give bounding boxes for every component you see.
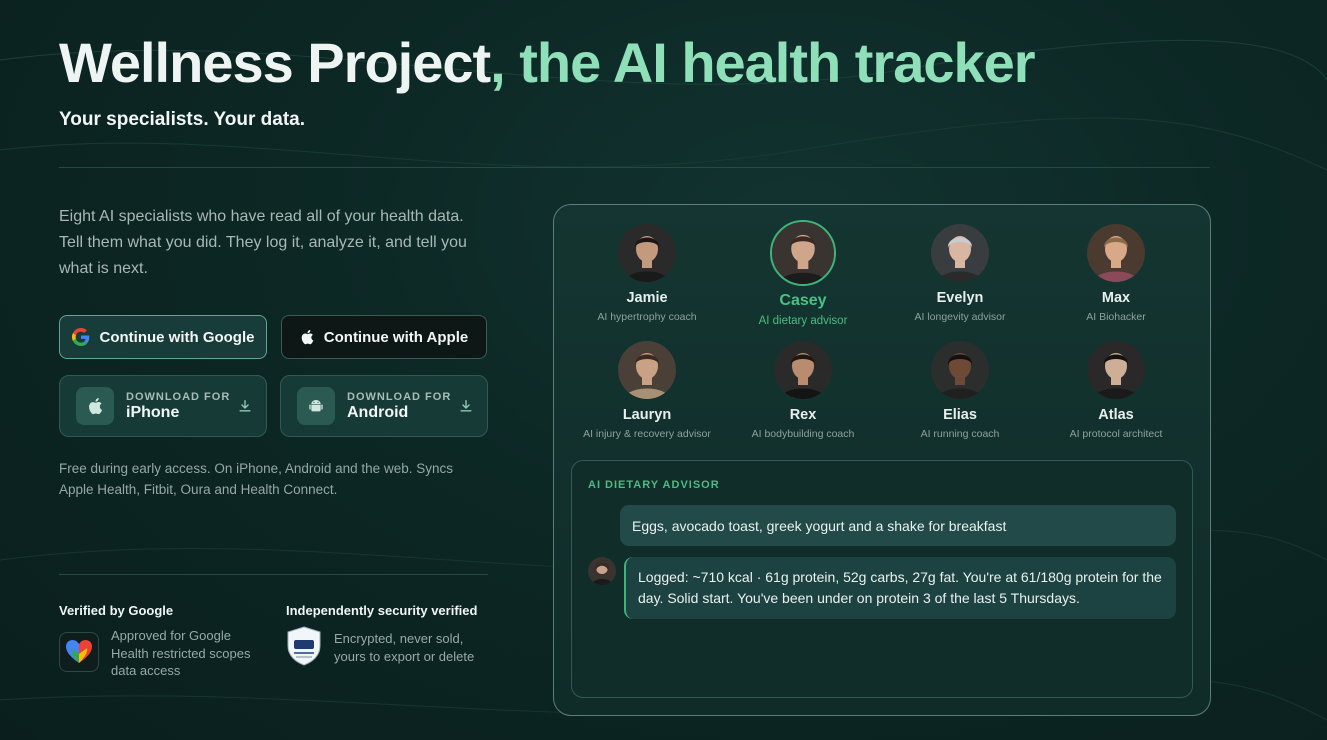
google-button-label: Continue with Google <box>99 328 255 346</box>
download-for-label: DOWNLOAD FOR <box>126 390 231 403</box>
specialist-name: Atlas <box>1098 407 1134 423</box>
specialist-role: AI running coach <box>920 428 1000 440</box>
iphone-label: iPhone <box>126 403 180 421</box>
specialist-role: AI injury & recovery advisor <box>583 428 711 440</box>
page-title: Wellness Project, the AI health tracker <box>59 30 1036 95</box>
download-icon <box>238 399 252 413</box>
chat-advisor-label: AI DIETARY ADVISOR <box>588 479 720 491</box>
continue-with-apple-button[interactable]: Continue with Apple <box>281 315 487 359</box>
user-message: Eggs, avocado toast, greek yogurt and a … <box>620 505 1176 546</box>
specialist-name: Jamie <box>626 290 668 306</box>
specialist-card-elias[interactable]: Elias AI running coach <box>880 341 1040 440</box>
chat-preview: AI DIETARY ADVISOR Eggs, avocado toast, … <box>571 460 1193 698</box>
health-connect-badge-icon <box>59 632 99 672</box>
specialist-name: Max <box>1101 290 1131 306</box>
intro-text: Eight AI specialists who have read all o… <box>59 208 467 277</box>
specialist-avatar <box>1087 341 1145 399</box>
availability-note: Free during early access. On iPhone, And… <box>59 461 453 497</box>
apple-icon <box>76 387 114 425</box>
specialist-card-evelyn[interactable]: Evelyn AI longevity advisor <box>880 224 1040 323</box>
apple-button-label: Continue with Apple <box>323 328 469 346</box>
security-verified-heading: Independently security verified <box>286 603 478 618</box>
download-for-label: DOWNLOAD FOR <box>347 390 452 403</box>
specialist-avatar <box>774 341 832 399</box>
verified-by-google-heading: Verified by Google <box>59 603 174 618</box>
specialist-name: Rex <box>789 407 817 423</box>
google-verification-text: Approved for Google Health restricted sc… <box>111 628 251 678</box>
specialist-card-casey[interactable]: Casey AI dietary advisor <box>723 220 883 327</box>
specialist-role: AI Biohacker <box>1086 311 1146 323</box>
specialist-card-atlas[interactable]: Atlas AI protocol architect <box>1036 341 1196 440</box>
specialist-avatar <box>931 341 989 399</box>
specialist-role: AI hypertrophy coach <box>597 311 697 323</box>
divider-trust <box>59 574 488 575</box>
continue-with-google-button[interactable]: Continue with Google <box>59 315 267 359</box>
advisor-avatar <box>588 557 616 585</box>
specialist-card-rex[interactable]: Rex AI bodybuilding coach <box>723 341 883 440</box>
specialist-role: AI dietary advisor <box>758 315 848 327</box>
specialist-name: Evelyn <box>936 290 984 306</box>
specialist-card-jamie[interactable]: Jamie AI hypertrophy coach <box>567 224 727 323</box>
esof-shield-icon <box>286 626 322 666</box>
download-iphone-button[interactable]: DOWNLOAD FOR iPhone <box>59 375 267 437</box>
specialist-name: Lauryn <box>622 407 672 423</box>
title-main: Wellness Project <box>59 31 491 94</box>
android-label: Android <box>347 403 409 421</box>
download-icon <box>459 399 473 413</box>
security-verification-text: Encrypted, never sold, yours to export o… <box>334 631 475 664</box>
page-subtitle: Your specialists. Your data. <box>59 109 306 130</box>
specialist-role: AI protocol architect <box>1069 428 1163 440</box>
specialist-name: Casey <box>779 292 827 309</box>
divider-top <box>59 167 1210 168</box>
specialist-avatar <box>931 224 989 282</box>
specialist-avatar <box>618 341 676 399</box>
google-icon <box>71 328 90 346</box>
specialist-avatar <box>618 224 676 282</box>
android-icon <box>297 387 335 425</box>
specialist-name: Elias <box>943 407 977 423</box>
advisor-message: Logged: ~710 kcal · 61g protein, 52g car… <box>624 557 1176 619</box>
specialist-card-lauryn[interactable]: Lauryn AI injury & recovery advisor <box>567 341 727 440</box>
specialist-role: AI longevity advisor <box>914 311 1006 323</box>
apple-icon <box>300 329 314 345</box>
specialist-avatar <box>1087 224 1145 282</box>
title-accent: , the AI health tracker <box>490 31 1035 94</box>
download-android-button[interactable]: DOWNLOAD FOR Android <box>280 375 488 437</box>
specialist-role: AI bodybuilding coach <box>751 428 855 440</box>
specialist-card-max[interactable]: Max AI Biohacker <box>1036 224 1196 323</box>
specialist-avatar <box>770 220 836 286</box>
